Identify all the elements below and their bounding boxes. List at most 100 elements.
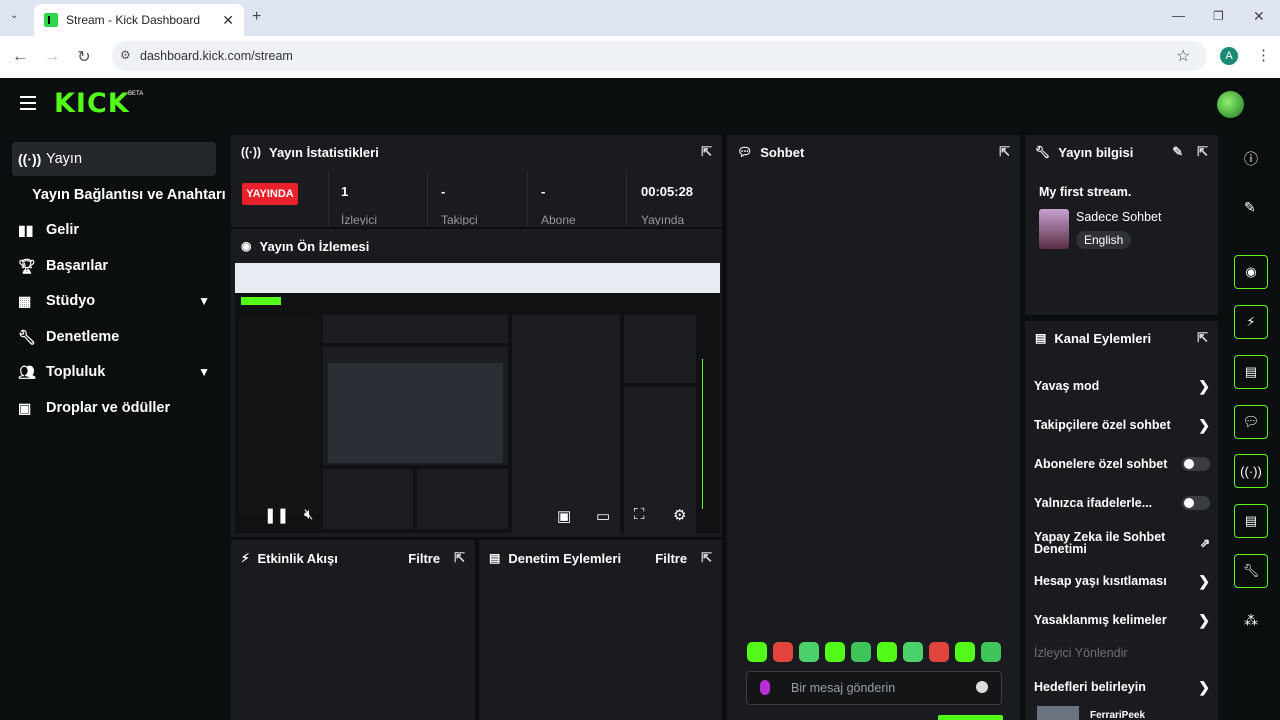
popout-icon[interactable]: ⇱	[454, 550, 465, 566]
sidebar-item-label: Gelir	[46, 222, 80, 238]
minimize-icon[interactable]: —	[1172, 8, 1185, 23]
rail-activity-button[interactable]: ⚡︎	[1234, 305, 1268, 339]
bottom-username: FerrariPeek	[1090, 710, 1146, 720]
emoji-icon[interactable]	[976, 681, 988, 693]
channel-action-banned-words[interactable]: Yasaklanmış kelimeler ❯	[1034, 610, 1210, 630]
popout-icon[interactable]: ⇱	[701, 550, 712, 566]
emote[interactable]	[929, 642, 949, 662]
category-name[interactable]: Sadece Sohbet	[1076, 210, 1162, 224]
sidebar-item-label: Topluluk	[46, 364, 106, 380]
chat-placeholder: Bir mesaj gönderin	[791, 681, 896, 695]
send-button[interactable]	[938, 715, 1003, 720]
browser-tab[interactable]: Stream - Kick Dashboard ✕	[34, 4, 244, 36]
pip-icon[interactable]: ▣	[557, 507, 571, 525]
chat-bubble-icon: 💬︎	[737, 145, 753, 159]
sidebar-item-yayin[interactable]: ((·)) Yayın	[12, 142, 216, 176]
channel-action-ai-moderation[interactable]: Yapay Zeka ile Sohbet Denetimi ⇗	[1034, 531, 1210, 556]
emote[interactable]	[799, 642, 819, 662]
pause-icon[interactable]: ❚❚	[264, 506, 289, 524]
category-thumbnail	[1039, 209, 1069, 249]
rail-preview-button[interactable]: ◉	[1234, 255, 1268, 289]
url-field[interactable]: ⚙ dashboard.kick.com/stream	[112, 41, 1207, 71]
preview-moderation	[417, 469, 508, 529]
channel-action-label: Hedefleri belirleyin	[1034, 680, 1146, 694]
rail-chat-button[interactable]: 💬︎	[1234, 405, 1268, 439]
channel-action-label: İzleyici Yönlendir	[1034, 646, 1128, 660]
restore-icon[interactable]: ❐	[1213, 9, 1224, 23]
site-info-icon[interactable]: ⚙	[120, 48, 131, 62]
close-window-icon[interactable]: ✕	[1253, 8, 1265, 25]
rail-log-button[interactable]: ▤	[1234, 355, 1268, 389]
followers-value: -	[441, 184, 446, 199]
emote[interactable]	[877, 642, 897, 662]
forward-icon[interactable]: →	[36, 48, 68, 66]
sidebar-item-droplar[interactable]: ▣ Droplar ve ödüller	[12, 391, 216, 425]
emote[interactable]	[955, 642, 975, 662]
channel-action-goals[interactable]: Hedefleri belirleyin ❯	[1034, 677, 1210, 697]
edit-pencil-icon[interactable]: ✎	[1172, 144, 1183, 160]
settings-gear-icon[interactable]: ⚙	[673, 506, 686, 524]
divider	[328, 172, 329, 226]
fullscreen-icon[interactable]: ⛶	[634, 506, 645, 523]
sidebar-item-label: Yayın	[46, 151, 83, 167]
user-avatar[interactable]	[1217, 91, 1244, 118]
viewers-value: 1	[341, 184, 349, 199]
emote[interactable]	[747, 642, 767, 662]
chevron-down-icon[interactable]: ▼	[198, 365, 210, 379]
broadcast-icon: ((·))	[18, 151, 42, 167]
chat-message-input[interactable]: Bir mesaj gönderin	[746, 671, 1002, 705]
popout-icon[interactable]: ⇱	[1197, 330, 1208, 346]
sidebar-item-label: Denetleme	[46, 329, 120, 345]
channel-action-followers-only[interactable]: Takipçilere özel sohbet ❯	[1034, 415, 1210, 435]
channel-action-slow-mode[interactable]: Yavaş mod ❯	[1034, 376, 1210, 396]
reload-icon[interactable]: ↻	[68, 47, 100, 67]
sidebar-item-studyo[interactable]: ▦ Stüdyo ▼	[12, 284, 216, 318]
browser-window: ⌄ Stream - Kick Dashboard ✕ + — ❐ ✕ ← → …	[0, 0, 1280, 78]
back-icon[interactable]: ←	[4, 48, 36, 66]
sidebar-item-label: Başarılar	[46, 258, 109, 274]
wrench-icon: 🔧︎	[1035, 145, 1051, 159]
sidebar-item-basarilar[interactable]: 🏆︎ Başarılar	[12, 249, 216, 283]
emote[interactable]	[825, 642, 845, 662]
rail-broadcast-button[interactable]: ((·))	[1234, 454, 1268, 488]
popout-icon[interactable]: ⇱	[1197, 144, 1208, 160]
sidebar-item-topluluk[interactable]: 👥︎ Topluluk ▼	[12, 355, 216, 389]
chevron-right-icon: ❯	[1198, 611, 1210, 628]
share-icon[interactable]: ⁂	[1244, 612, 1258, 629]
rail-channel-button[interactable]: ▤	[1234, 504, 1268, 538]
theater-icon[interactable]: ▭	[596, 507, 610, 525]
bookmark-star-icon[interactable]: ☆	[1176, 46, 1190, 66]
channel-action-account-age[interactable]: Hesap yaşı kısıtlaması ❯	[1034, 571, 1210, 591]
sidebar-item-gelir[interactable]: ▮▮ Gelir	[12, 213, 216, 247]
emote[interactable]	[981, 642, 1001, 662]
chevron-down-icon[interactable]: ▼	[198, 294, 210, 308]
close-tab-icon[interactable]: ✕	[222, 12, 234, 29]
hamburger-menu-icon[interactable]	[20, 96, 36, 110]
emote[interactable]	[903, 642, 923, 662]
uptime-label: Yayında	[641, 213, 685, 225]
tab-search-icon[interactable]: ⌄	[10, 10, 18, 21]
new-tab-icon[interactable]: +	[252, 8, 261, 26]
subscribers-only-toggle[interactable]	[1182, 457, 1210, 471]
stream-preview-video[interactable]	[235, 263, 720, 533]
popout-icon[interactable]: ⇱	[701, 144, 712, 160]
emotes-only-toggle[interactable]	[1182, 496, 1210, 510]
filter-button[interactable]: Filtre	[408, 551, 440, 566]
mute-icon[interactable]: 🔇︎	[304, 506, 313, 523]
emote[interactable]	[851, 642, 871, 662]
emote[interactable]	[773, 642, 793, 662]
subs-label: Abone	[541, 213, 576, 225]
popout-icon[interactable]: ⇱	[999, 144, 1010, 160]
kick-logo[interactable]: KICK	[54, 88, 130, 119]
sidebar-item-denetleme[interactable]: 🔧︎ Denetleme	[12, 320, 216, 354]
rail-wrench-button[interactable]: 🔧︎	[1234, 554, 1268, 588]
microphone-icon[interactable]	[760, 680, 770, 695]
edit-icon[interactable]: ✎	[1244, 199, 1256, 216]
info-icon[interactable]: ⓘ	[1244, 149, 1258, 169]
menu-dots-icon[interactable]: ⋮	[1256, 46, 1271, 64]
sidebar-item-stream-key[interactable]: Yayın Bağlantısı ve Anahtarı	[26, 178, 226, 212]
profile-avatar[interactable]: A	[1220, 47, 1238, 65]
filter-button[interactable]: Filtre	[655, 551, 687, 566]
channel-action-label: Yavaş mod	[1034, 379, 1100, 393]
url-text: dashboard.kick.com/stream	[140, 49, 293, 63]
